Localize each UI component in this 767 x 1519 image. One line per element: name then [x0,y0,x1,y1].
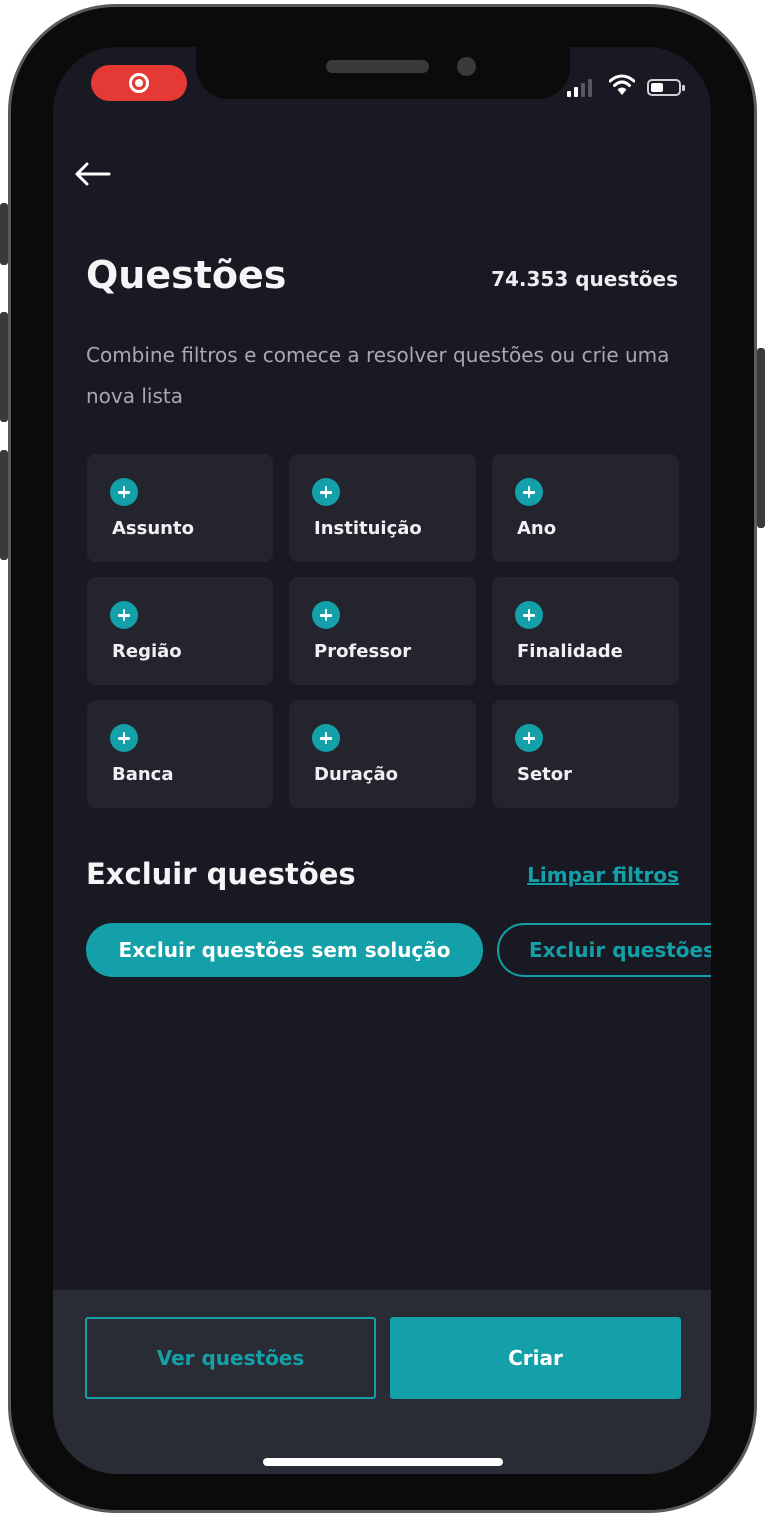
plus-circle-icon [110,601,138,629]
question-count: 74.353 questões [491,267,678,291]
filter-card-banca[interactable]: Banca [87,700,273,808]
filter-label: Finalidade [517,641,623,662]
clear-filters-link[interactable]: Limpar filtros [527,863,679,887]
bottom-action-bar: Ver questões Criar [53,1290,711,1474]
battery-icon [647,79,685,96]
plus-circle-icon [110,724,138,752]
filter-card-assunto[interactable]: Assunto [87,454,273,562]
filter-card-setor[interactable]: Setor [492,700,679,808]
filter-label: Banca [112,764,174,785]
plus-circle-icon [515,724,543,752]
view-questions-button[interactable]: Ver questões [85,1317,376,1399]
filter-card-regiao[interactable]: Região [87,577,273,685]
volume-up-button [0,312,8,422]
plus-circle-icon [312,724,340,752]
device-frame: Questões 74.353 questões Combine filtros… [0,0,767,1519]
filter-card-duracao[interactable]: Duração [289,700,476,808]
filter-card-instituicao[interactable]: Instituição [289,454,476,562]
plus-circle-icon [515,601,543,629]
filter-label: Setor [517,764,573,785]
filter-label: Assunto [112,518,194,539]
plus-circle-icon [312,601,340,629]
exclude-without-solution-chip[interactable]: Excluir questões sem solução [86,923,483,977]
filter-label: Duração [314,764,398,785]
power-button [757,348,765,528]
filter-card-finalidade[interactable]: Finalidade [492,577,679,685]
mute-switch [0,203,8,265]
cellular-signal-icon [567,77,592,97]
app-screen: Questões 74.353 questões Combine filtros… [53,47,711,1474]
wifi-icon [609,74,635,95]
plus-circle-icon [110,478,138,506]
plus-circle-icon [312,478,340,506]
page-description: Combine filtros e comece a resolver ques… [86,343,670,408]
plus-circle-icon [515,478,543,506]
filter-card-professor[interactable]: Professor [289,577,476,685]
filter-card-ano[interactable]: Ano [492,454,679,562]
filter-label: Professor [314,641,412,662]
filter-label: Região [112,641,182,662]
filter-label: Ano [517,518,557,539]
page-title: Questões [86,253,287,297]
arrow-left-icon[interactable] [71,157,115,191]
record-icon[interactable] [91,65,187,101]
speaker-grille [326,60,429,73]
exclude-section-title: Excluir questões [86,857,356,891]
notch [196,47,570,99]
exclude-chip-row: Excluir questões sem solução Excluir que… [86,923,711,979]
filter-label: Instituição [314,518,422,539]
create-button[interactable]: Criar [390,1317,681,1399]
front-camera [457,57,476,76]
exclude-questions-chip[interactable]: Excluir questões [497,923,711,977]
volume-down-button [0,450,8,560]
filter-grid: Assunto Instituição Ano Região Professor… [87,454,681,808]
home-indicator[interactable] [263,1458,503,1466]
